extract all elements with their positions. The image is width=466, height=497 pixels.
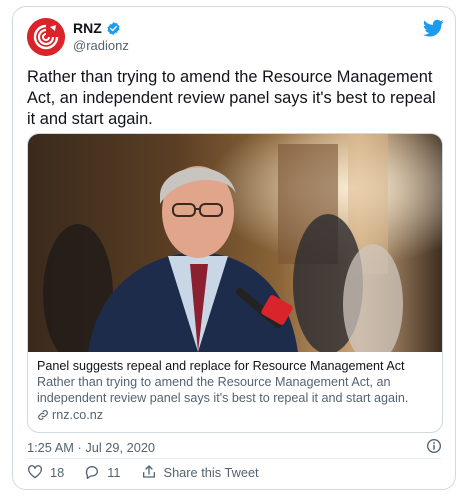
tweet-text: Rather than trying to amend the Resource… [27, 68, 436, 128]
tweet-timestamp[interactable]: 1:25 AM · Jul 29, 2020 [27, 440, 155, 455]
reply-count: 11 [107, 464, 121, 480]
heart-icon [27, 464, 43, 480]
link-description: Rather than trying to amend the Resource… [37, 375, 409, 405]
link-title[interactable]: Panel suggests repeal and replace for Re… [37, 358, 437, 374]
link-domain[interactable]: rnz.co.nz [52, 407, 103, 423]
share-label[interactable]: Share this Tweet [164, 465, 259, 480]
share-icon [141, 464, 157, 480]
author-handle[interactable]: @radionz [73, 38, 129, 53]
like-count: 18 [50, 464, 65, 480]
tweet-card[interactable]: RNZ @radionz Rather than trying to amend… [12, 6, 456, 490]
twitter-bird-icon[interactable] [423, 19, 444, 38]
rnz-logo-icon[interactable] [27, 18, 65, 56]
like-button[interactable]: 18 [27, 464, 64, 480]
author-name-row[interactable]: RNZ [73, 20, 121, 36]
link-meta[interactable]: Panel suggests repeal and replace for Re… [37, 358, 437, 423]
author-display-name[interactable]: RNZ [73, 20, 102, 36]
info-icon[interactable] [426, 438, 442, 454]
divider [27, 458, 441, 459]
link-preview-card[interactable]: Panel suggests repeal and replace for Re… [27, 133, 443, 433]
tweet-actions: 18 11 Share this Tweet [27, 464, 279, 480]
news-photo[interactable] [28, 134, 442, 352]
verified-badge-icon [106, 21, 121, 36]
link-domain-row[interactable]: rnz.co.nz [37, 407, 437, 423]
reply-icon [84, 464, 100, 480]
reply-button[interactable]: 11 [84, 464, 121, 480]
share-button[interactable]: Share this Tweet [141, 464, 259, 480]
link-icon [37, 409, 49, 421]
